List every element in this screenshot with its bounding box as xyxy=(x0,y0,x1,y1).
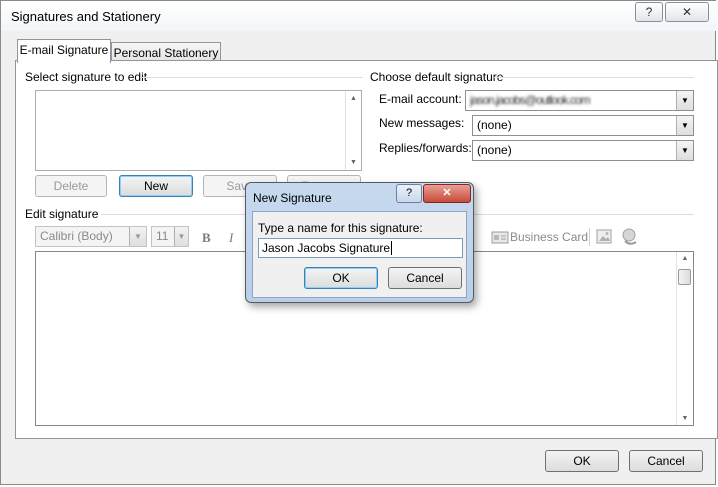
chevron-down-icon[interactable]: ▼ xyxy=(129,227,146,246)
signature-name-input[interactable]: Jason Jacobs Signature xyxy=(258,238,463,258)
font-name-value: Calibri (Body) xyxy=(40,229,113,243)
toolbar-separator xyxy=(589,228,590,246)
dialog-prompt: Type a name for this signature: xyxy=(258,221,423,235)
replies-forwards-value: (none) xyxy=(477,143,512,157)
business-card-button[interactable]: Business Card xyxy=(487,229,588,245)
font-name-select[interactable]: Calibri (Body) ▼ xyxy=(35,226,147,247)
bold-button[interactable]: B xyxy=(202,230,211,246)
ok-button[interactable]: OK xyxy=(545,450,619,472)
delete-button[interactable]: Delete xyxy=(35,175,107,197)
chevron-down-icon[interactable]: ▼ xyxy=(676,116,693,135)
font-size-select[interactable]: 11 ▼ xyxy=(151,226,189,247)
signature-name-value: Jason Jacobs Signature xyxy=(262,241,391,255)
chevron-down-icon[interactable]: ▼ xyxy=(676,91,693,110)
signature-list-scrollbar[interactable]: ▲ ▼ xyxy=(345,91,361,170)
cancel-button[interactable]: Cancel xyxy=(629,450,703,472)
dialog-ok-button[interactable]: OK xyxy=(304,267,378,289)
hyperlink-icon[interactable] xyxy=(621,228,639,246)
scroll-up-icon[interactable]: ▲ xyxy=(346,95,361,102)
email-account-label: E-mail account: xyxy=(379,92,462,106)
business-card-label: Business Card xyxy=(510,230,589,244)
replies-forwards-select[interactable]: (none) ▼ xyxy=(472,140,694,161)
text-cursor xyxy=(391,241,393,255)
scroll-down-icon[interactable]: ▼ xyxy=(346,159,361,166)
replies-forwards-label: Replies/forwards: xyxy=(379,141,472,155)
divider xyxy=(494,77,694,78)
edit-signature-label: Edit signature xyxy=(25,207,99,221)
email-account-select[interactable]: jason.jacobs@outlook.com ▼ xyxy=(465,90,694,111)
italic-button[interactable]: I xyxy=(229,230,233,246)
editor-scrollbar[interactable]: ▲ ▼ xyxy=(676,252,693,425)
scroll-down-icon[interactable]: ▼ xyxy=(677,415,693,422)
new-signature-dialog: New Signature ? ✕ Type a name for this s… xyxy=(245,182,474,303)
new-button[interactable]: New xyxy=(119,175,193,197)
dialog-help-button[interactable]: ? xyxy=(396,184,422,203)
chevron-down-icon[interactable]: ▼ xyxy=(174,227,188,246)
scroll-up-icon[interactable]: ▲ xyxy=(677,255,693,262)
scroll-thumb[interactable] xyxy=(678,269,691,285)
dialog-cancel-button[interactable]: Cancel xyxy=(388,267,462,289)
new-messages-value: (none) xyxy=(477,118,512,132)
insert-picture-icon[interactable] xyxy=(596,229,612,244)
divider xyxy=(141,77,363,78)
signature-list[interactable]: ▲ ▼ xyxy=(35,90,362,171)
business-card-icon xyxy=(491,231,509,244)
dialog-body: Type a name for this signature: Jason Ja… xyxy=(252,211,467,298)
window-title: Signatures and Stationery xyxy=(11,9,161,24)
new-messages-select[interactable]: (none) ▼ xyxy=(472,115,694,136)
help-button[interactable]: ? xyxy=(635,2,663,22)
chevron-down-icon[interactable]: ▼ xyxy=(676,141,693,160)
select-signature-label: Select signature to edit xyxy=(25,70,148,84)
email-account-value: jason.jacobs@outlook.com xyxy=(470,93,591,107)
tab-email-signature-label: E-mail Signature xyxy=(19,43,109,57)
close-button[interactable]: ✕ xyxy=(665,2,709,22)
new-messages-label: New messages: xyxy=(379,116,465,130)
title-bar: Signatures and Stationery ? ✕ xyxy=(1,1,717,31)
dialog-title: New Signature xyxy=(253,191,332,205)
tab-personal-stationery-label: Personal Stationery xyxy=(113,46,219,60)
font-size-value: 11 xyxy=(156,229,169,243)
dialog-close-button[interactable]: ✕ xyxy=(423,184,471,203)
tab-email-signature[interactable]: E-mail Signature xyxy=(17,39,111,63)
choose-default-label: Choose default signature xyxy=(370,70,504,84)
